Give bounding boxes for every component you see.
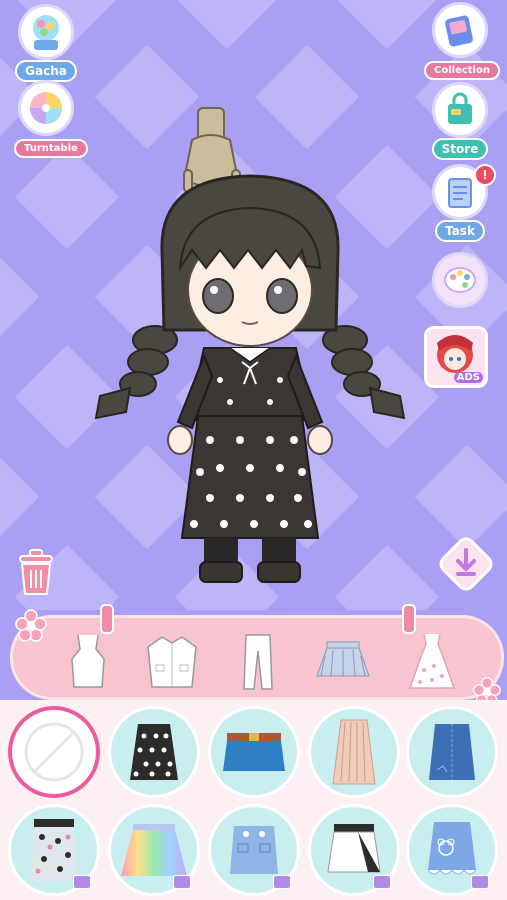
tab-jackets[interactable] <box>137 628 207 693</box>
video-unlock-icon <box>373 875 391 889</box>
bear-denim-skirt-icon <box>427 822 477 875</box>
white-skort-icon <box>327 824 381 873</box>
item-skirt[interactable] <box>8 804 100 896</box>
item-skirt[interactable] <box>208 706 300 798</box>
task-label: Task <box>435 220 485 242</box>
task-button[interactable]: Task ! <box>424 164 496 242</box>
ads-character-button[interactable]: ADS <box>424 326 488 388</box>
right-shoe <box>257 561 301 583</box>
item-skirt[interactable] <box>406 706 498 798</box>
item-skirt[interactable] <box>208 804 300 896</box>
item-skirt[interactable] <box>108 706 200 798</box>
tab-dresses[interactable] <box>397 628 467 693</box>
turntable-label: Turntable <box>14 139 88 158</box>
skirt-icon <box>316 641 370 676</box>
item-skirt[interactable] <box>308 804 400 896</box>
camisole-top-icon <box>71 634 105 688</box>
left-shoe <box>199 561 243 583</box>
tab-pin-right <box>402 604 416 634</box>
dress-icon <box>408 633 456 689</box>
task-notification-badge: ! <box>474 164 496 186</box>
tab-skirts[interactable] <box>308 628 378 693</box>
video-unlock-icon <box>73 875 91 889</box>
item-skirt[interactable] <box>406 804 498 896</box>
collection-icon <box>432 2 488 58</box>
denim-skirt-icon <box>429 724 475 780</box>
video-unlock-icon <box>173 875 191 889</box>
jacket-icon <box>147 635 197 688</box>
beige-pleated-skirt-icon <box>332 719 376 785</box>
gacha-label: Gacha <box>15 60 77 82</box>
video-unlock-icon <box>471 875 489 889</box>
collection-button[interactable]: Collection <box>424 2 500 80</box>
item-skirt[interactable] <box>108 804 200 896</box>
ads-label: ADS <box>453 372 483 383</box>
pants-icon <box>243 633 273 690</box>
trash-button[interactable] <box>14 548 58 598</box>
store-label: Store <box>431 138 489 160</box>
item-none[interactable] <box>8 706 100 798</box>
download-button[interactable] <box>436 534 496 594</box>
none-icon <box>24 722 84 782</box>
blue-mini-skirt-icon <box>223 733 285 771</box>
rainbow-skirt-icon <box>121 824 187 876</box>
tab-pants[interactable] <box>223 628 293 693</box>
collection-label: Collection <box>424 61 500 80</box>
trash-icon <box>19 549 53 595</box>
gacha-icon <box>18 4 74 60</box>
store-icon <box>432 82 488 138</box>
gacha-button[interactable]: Gacha <box>14 4 78 82</box>
light-denim-skirt-icon <box>230 826 278 874</box>
tab-pin-left <box>100 604 114 634</box>
polka-dot-skirt-icon <box>130 724 178 780</box>
palette-icon <box>432 252 488 308</box>
video-unlock-icon <box>273 875 291 889</box>
item-panel <box>0 700 507 900</box>
flower-decoration-icon <box>15 609 47 642</box>
turntable-button[interactable]: Turntable <box>14 80 88 158</box>
category-tab-bar <box>10 615 504 700</box>
download-icon <box>439 537 493 591</box>
palette-button[interactable] <box>430 252 490 308</box>
character-doll[interactable] <box>80 100 420 600</box>
tab-tops[interactable] <box>53 628 123 693</box>
turntable-icon <box>18 80 74 136</box>
store-button[interactable]: Store <box>424 82 496 160</box>
item-skirt[interactable] <box>308 706 400 798</box>
